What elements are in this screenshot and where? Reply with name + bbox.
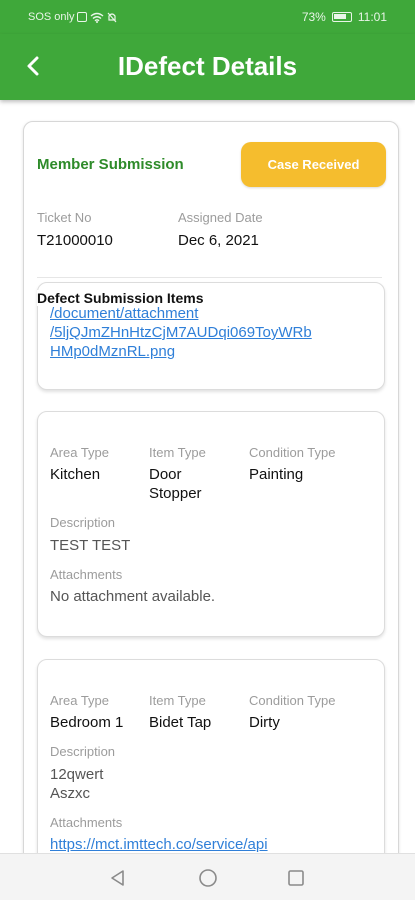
nav-recents-icon[interactable]	[286, 868, 306, 888]
attachments-value: No attachment available.	[50, 588, 216, 605]
item-type-value-line: Stopper	[149, 485, 202, 502]
defect-details-card: Member Submission Case Received Ticket N…	[23, 121, 399, 881]
defect-item-card: Area Type Kitchen Item Type Door Stopper…	[37, 411, 385, 637]
wifi-icon	[91, 12, 104, 23]
description-value-line: Aszxc	[50, 785, 91, 802]
attachments-label: Attachments	[50, 567, 123, 582]
defect-item-card: Area Type Bedroom 1 Item Type Bidet Tap …	[37, 659, 385, 880]
app-bar: IDefect Details	[0, 34, 415, 100]
battery-percent: 73%	[301, 10, 326, 24]
network-status-text: SOS only	[28, 11, 75, 23]
description-value-line: 12qwert	[50, 766, 104, 783]
description-label: Description	[50, 744, 116, 759]
description-label: Description	[50, 515, 116, 530]
ticket-no-label: Ticket No	[37, 210, 92, 225]
clock: 11:01	[357, 10, 387, 24]
mute-icon	[108, 12, 117, 22]
condition-type-value: Painting	[249, 466, 304, 483]
condition-type-label: Condition Type	[249, 445, 336, 460]
condition-type-label: Condition Type	[249, 693, 336, 708]
area-type-label: Area Type	[50, 445, 110, 460]
item-type-label: Item Type	[149, 445, 206, 460]
nav-back-icon[interactable]	[108, 868, 128, 888]
condition-type-value: Dirty	[249, 714, 280, 731]
item-type-label: Item Type	[149, 693, 206, 708]
attachment-link-line[interactable]: HMp0dMznRL.png	[50, 342, 175, 361]
item-type-value: Bidet Tap	[149, 714, 212, 731]
attachment-link-line[interactable]: /5ljQJmZHnHtzCjM7AUDqi069ToyWRb	[50, 323, 312, 342]
divider	[37, 277, 382, 278]
description-value: TEST TEST	[50, 537, 131, 554]
system-nav-bar	[0, 853, 415, 900]
area-type-label: Area Type	[50, 693, 110, 708]
area-type-value: Bedroom 1	[50, 714, 124, 731]
attachment-link[interactable]: https://mct.imttech.co/service/api	[50, 835, 268, 854]
assigned-date-label: Assigned Date	[178, 210, 263, 225]
battery-icon	[331, 12, 352, 22]
defect-items-section-title: Defect Submission Items	[37, 290, 204, 306]
assigned-date-value: Dec 6, 2021	[178, 232, 259, 249]
attachments-label: Attachments	[50, 815, 123, 830]
ticket-no-value: T21000010	[37, 232, 113, 249]
sim-icon	[77, 12, 88, 22]
attachment-link-line[interactable]: /document/attachment	[50, 304, 198, 323]
page-title: IDefect Details	[117, 51, 298, 81]
item-type-value-line: Door	[149, 466, 182, 483]
member-submission-heading: Member Submission	[37, 156, 184, 173]
area-type-value: Kitchen	[50, 466, 101, 483]
status-bar: SOS only 73% 11:01	[0, 0, 415, 34]
nav-home-icon[interactable]	[198, 868, 218, 888]
status-right: 73% 11:01	[302, 10, 387, 24]
status-left: SOS only	[28, 11, 117, 23]
case-status-button[interactable]: Case Received	[241, 142, 386, 187]
